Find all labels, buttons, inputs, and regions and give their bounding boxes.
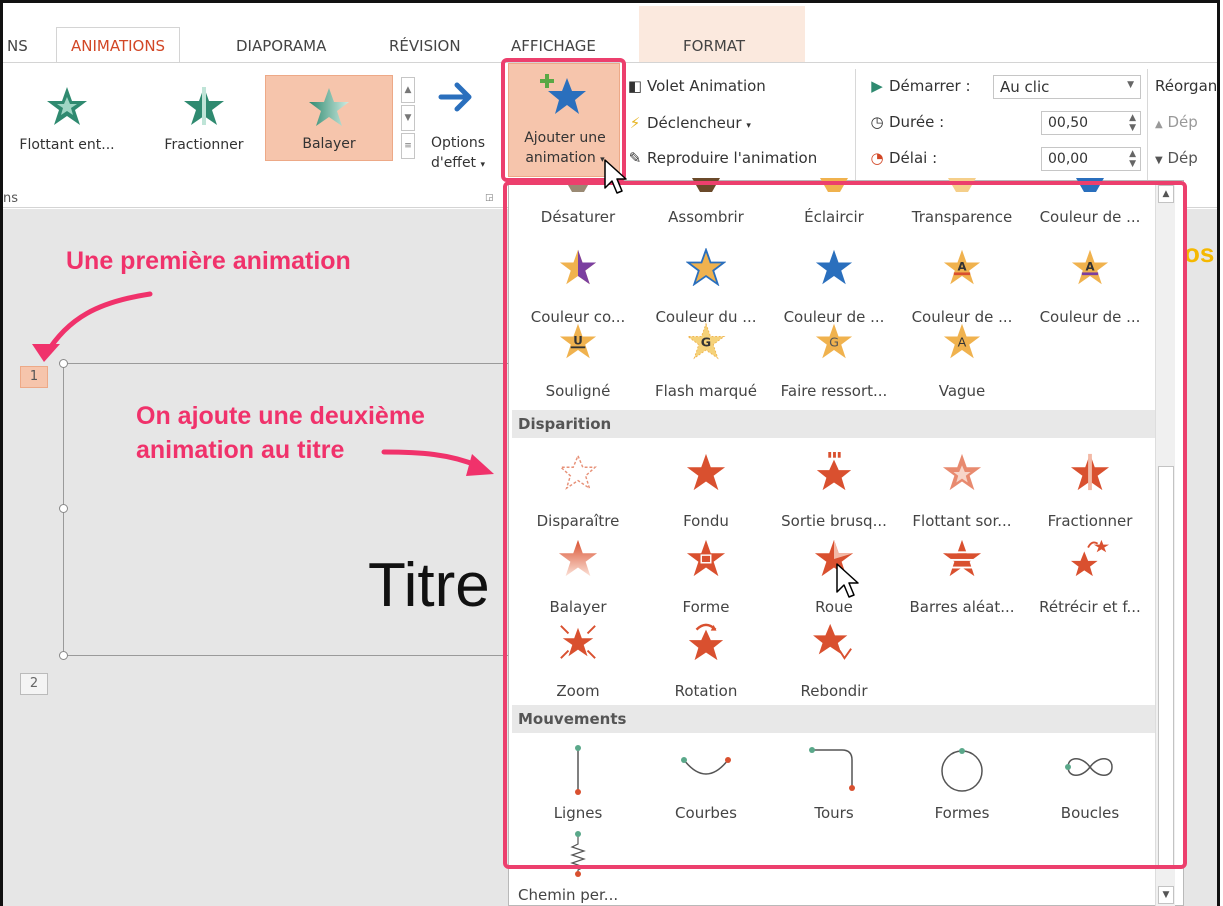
gallery-item-flottant[interactable]: Flottant ent... — [3, 75, 131, 161]
spinner-arrows-icon[interactable]: ▲ ▼ — [1129, 113, 1136, 133]
annotation-second-2: animation au titre — [136, 436, 345, 464]
delay-label: ◔ Délai : — [870, 149, 938, 167]
slide-side-text: os — [1184, 238, 1215, 268]
flottant-entrance-icon — [47, 87, 87, 125]
tab-affichage[interactable]: AFFICHAGE — [511, 37, 596, 55]
highlight-gallery — [503, 181, 1187, 869]
ribbon-separator — [855, 69, 856, 189]
gallery-scroll-up[interactable]: ▲ — [401, 77, 415, 103]
clock-icon: ◷ — [870, 113, 884, 131]
screenshot-frame-right — [1217, 0, 1223, 906]
annotation-arrow-icon — [32, 291, 153, 362]
animation-pane-icon: ◧ — [627, 77, 643, 95]
ribbon-tabs: NS ANIMATIONS DIAPORAMA RÉVISION AFFICHA… — [3, 3, 1217, 67]
tab-revision[interactable]: RÉVISION — [389, 37, 461, 55]
fractionner-entrance-icon — [184, 87, 224, 125]
gallery-item-balayer[interactable]: Balayer — [265, 75, 393, 161]
mouse-cursor-icon — [836, 563, 859, 598]
start-combo[interactable]: Au clic ▼ — [993, 75, 1141, 99]
spinner-arrows-icon[interactable]: ▲ ▼ — [1129, 149, 1136, 169]
lightning-icon: ⚡ — [629, 114, 641, 132]
chevron-down-icon: ▼ — [1127, 80, 1134, 90]
annotation-first: Une première animation — [66, 247, 351, 275]
delay-spinner[interactable]: 00,00 ▲ ▼ — [1041, 147, 1141, 171]
duration-label: ◷ Durée : — [870, 113, 945, 131]
triangle-up-icon: ▲ — [1155, 119, 1163, 130]
annotation-arrow-icon — [381, 449, 494, 476]
reorder-label: Réorgan — [1155, 77, 1218, 95]
duration-spinner[interactable]: 00,50 ▲ ▼ — [1041, 111, 1141, 135]
effect-options-line1: Options — [430, 135, 486, 151]
move-later-button[interactable]: ▼ Dép — [1155, 149, 1198, 167]
tab-conceptions[interactable]: NS — [7, 37, 28, 55]
start-value: Au clic — [1000, 78, 1050, 96]
group-label-animations: ns — [3, 191, 19, 206]
arrow-right-icon — [438, 82, 472, 112]
gallery-label: Flottant ent... — [19, 137, 115, 153]
painter-label: Reproduire l'animation — [647, 149, 818, 167]
tab-animations[interactable]: ANIMATIONS — [56, 27, 181, 67]
gallery-scroll-down[interactable]: ▼ — [401, 105, 415, 131]
gallery-item-fractionner[interactable]: Fractionner — [140, 75, 268, 161]
delay-clock-icon: ◔ — [870, 149, 884, 167]
animation-painter-button[interactable]: ✎ Reproduire l'animation — [627, 149, 818, 167]
resize-handle[interactable] — [59, 651, 68, 660]
tab-diaporama[interactable]: DIAPORAMA — [236, 37, 326, 55]
effect-options-line2: d'effet — [430, 155, 477, 171]
effect-options-button[interactable]: Options d'effet ▾ — [421, 73, 495, 183]
gallery-label: Fractionner — [164, 137, 244, 153]
trigger-button[interactable]: ⚡ Déclencheur ▾ — [627, 114, 751, 132]
scroll-down-icon[interactable]: ▼ — [1158, 886, 1174, 904]
format-tab-context — [639, 6, 805, 66]
delay-value: 00,00 — [1048, 151, 1089, 167]
balayer-entrance-icon — [309, 88, 349, 126]
play-icon: ▶ — [871, 77, 883, 95]
ribbon-separator — [1147, 69, 1148, 189]
animation-tag-1[interactable]: 1 — [20, 366, 48, 388]
animation-pane-label: Volet Animation — [647, 77, 766, 95]
annotation-second-1: On ajoute une deuxième — [136, 402, 425, 430]
mouse-cursor-icon — [604, 159, 627, 194]
resize-handle[interactable] — [59, 504, 68, 513]
start-label: ▶ Démarrer : — [869, 77, 970, 95]
move-earlier-button[interactable]: ▲ Dép — [1155, 113, 1198, 131]
slide-title[interactable]: Titre — [368, 550, 490, 621]
animation-pane-button[interactable]: ◧ Volet Animation — [627, 77, 766, 95]
dialog-launcher-icon[interactable]: ◲ — [485, 193, 494, 203]
animation-tag-2[interactable]: 2 — [20, 673, 48, 695]
tab-format[interactable]: FORMAT — [683, 37, 745, 55]
gallery-label: Balayer — [302, 136, 356, 152]
gallery-more-button[interactable]: ≡ — [401, 133, 415, 159]
chevron-down-icon: ▾ — [480, 160, 486, 170]
chevron-down-icon: ▾ — [746, 121, 751, 131]
triangle-down-icon: ▼ — [1155, 155, 1163, 166]
painter-icon: ✎ — [628, 149, 642, 167]
trigger-label: Déclencheur — [647, 114, 742, 132]
duration-value: 00,50 — [1048, 115, 1089, 131]
